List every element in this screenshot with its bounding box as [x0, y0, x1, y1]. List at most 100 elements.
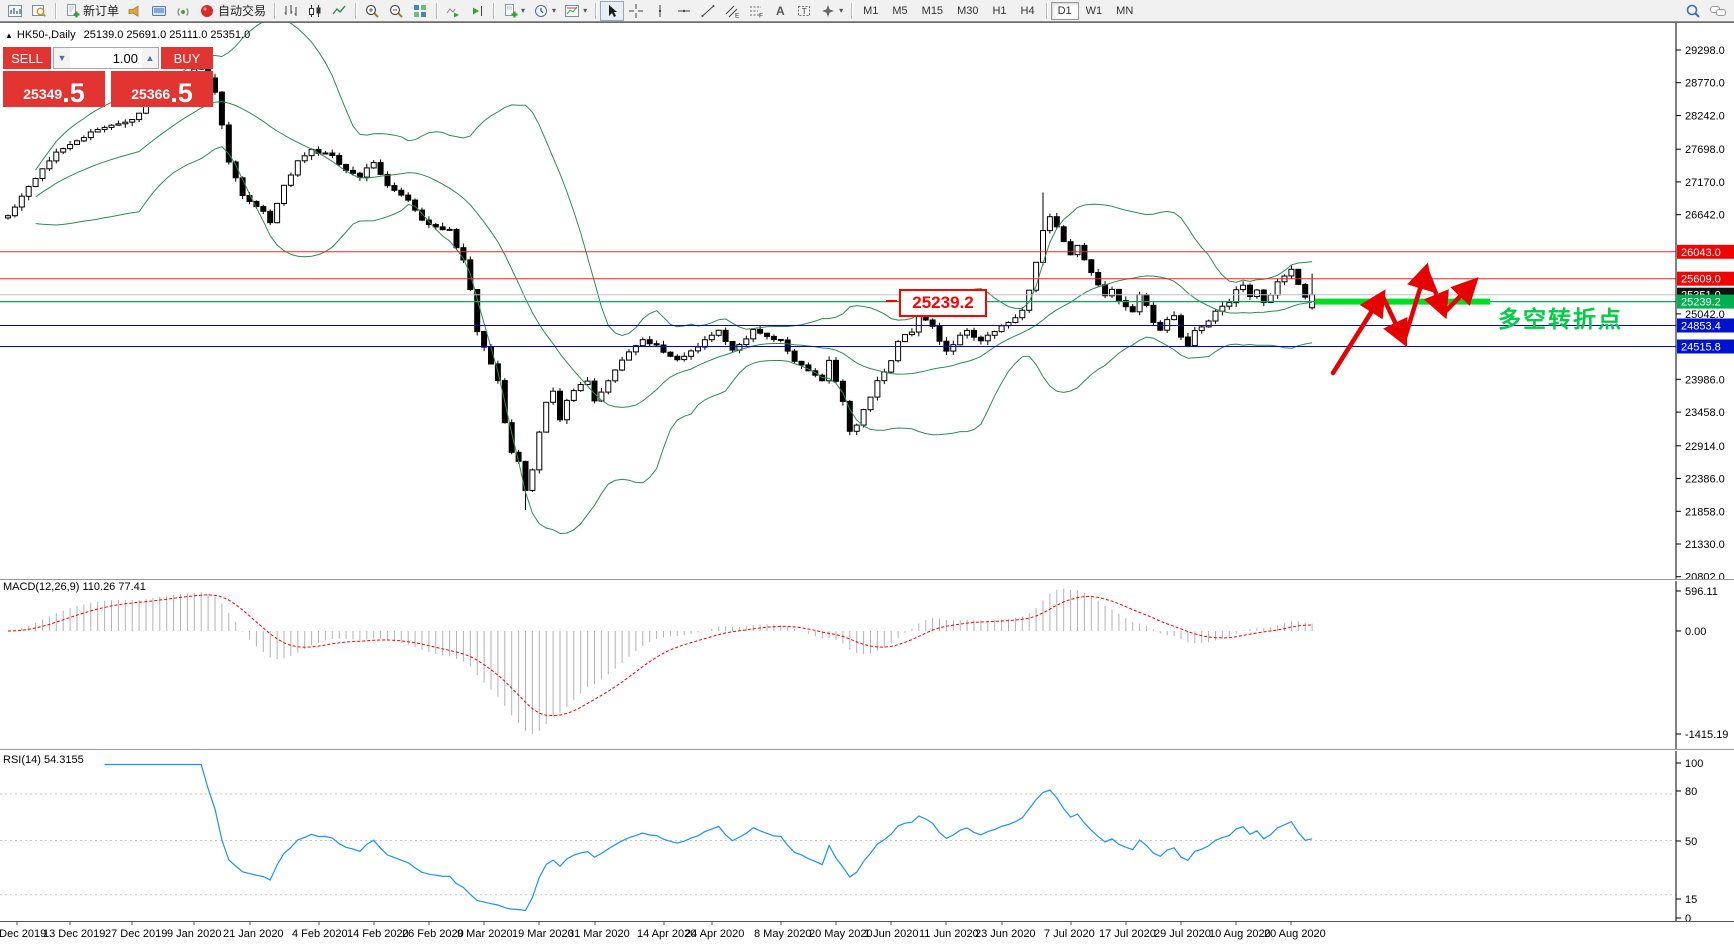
- new-order-button[interactable]: 新订单: [60, 1, 123, 21]
- signals-icon: [177, 7, 189, 16]
- auto-scroll-button[interactable]: [441, 1, 465, 21]
- buy-price[interactable]: 25366.5: [111, 71, 213, 107]
- terminal-button[interactable]: [147, 1, 171, 21]
- auto-scroll-icon: [446, 7, 460, 17]
- chart-shift-button[interactable]: [465, 1, 489, 21]
- chart-canvas[interactable]: 29298.0 28770.0 28242.0 27698.0 27170.0 26642…: [0, 23, 1734, 945]
- volume-stepper: ▼ ▲: [53, 47, 159, 69]
- zoom-out-button[interactable]: [384, 1, 408, 21]
- svg-text:27698.0: 27698.0: [1685, 144, 1725, 156]
- timeframe-w1-button[interactable]: W1: [1079, 2, 1110, 20]
- horizontal-line-icon: [678, 9, 691, 12]
- fibonacci-tool-button[interactable]: F: [744, 1, 768, 21]
- trendline-icon: [701, 4, 715, 17]
- svg-text:28242.0: 28242.0: [1685, 111, 1725, 123]
- svg-text:29298.0: 29298.0: [1685, 45, 1725, 57]
- svg-text:596.11: 596.11: [1685, 586, 1718, 598]
- price-callout-label[interactable]: 25239.2: [899, 289, 987, 317]
- zoom-in-button[interactable]: [360, 1, 384, 21]
- auto-trading-button[interactable]: 自动交易: [195, 1, 270, 21]
- search-button[interactable]: [1681, 1, 1705, 21]
- svg-text:23986.0: 23986.0: [1685, 374, 1725, 386]
- timeframe-d1-button[interactable]: D1: [1050, 1, 1079, 20]
- svg-text:T: T: [802, 6, 807, 15]
- chart-window: 29298.0 28770.0 28242.0 27698.0 27170.0 26642…: [0, 22, 1734, 945]
- rsi-pane: [0, 763, 1676, 912]
- axes: 29298.0 28770.0 28242.0 27698.0 27170.0 26642…: [0, 23, 1734, 940]
- timeframe-m5-button[interactable]: M5: [885, 2, 914, 20]
- candlestick-icon: [309, 4, 321, 17]
- timeframe-mn-button[interactable]: MN: [1109, 2, 1140, 20]
- line-chart-button[interactable]: [327, 1, 351, 21]
- timeframe-m30-button[interactable]: M30: [950, 2, 985, 20]
- auto-trading-label: 自动交易: [218, 4, 267, 18]
- svg-text:80: 80: [1685, 786, 1697, 798]
- text-tool-button[interactable]: A: [768, 1, 792, 21]
- tile-windows-button[interactable]: [408, 1, 432, 21]
- cursor-tool-button[interactable]: [600, 0, 625, 21]
- svg-text:19 Mar 2020: 19 Mar 2020: [512, 928, 574, 940]
- red-zigzag-arrow[interactable]: [1401, 262, 1433, 344]
- vertical-line-tool-button[interactable]: [648, 1, 672, 21]
- collapse-panel-icon[interactable]: ▲: [5, 31, 13, 40]
- turning-point-note[interactable]: 多空转折点: [1498, 300, 1623, 334]
- new-chart-button[interactable]: [3, 1, 27, 21]
- alerts-button[interactable]: [123, 1, 147, 21]
- vertical-line-icon: [658, 4, 662, 17]
- bar-chart-button[interactable]: [279, 1, 303, 21]
- timeframe-h4-button[interactable]: H4: [1014, 2, 1042, 20]
- periods-button[interactable]: ▾: [529, 1, 560, 21]
- svg-text:9 Mar 2020: 9 Mar 2020: [457, 928, 513, 940]
- red-zigzag-arrow[interactable]: [1423, 266, 1449, 320]
- red-zigzag-arrow[interactable]: [1330, 289, 1386, 376]
- svg-text:24515.8: 24515.8: [1681, 342, 1721, 354]
- chevron-down-icon: ▾: [552, 5, 557, 15]
- svg-text:25609.0: 25609.0: [1681, 274, 1721, 286]
- channel-tool-button[interactable]: E: [720, 1, 744, 21]
- signals-button[interactable]: [171, 1, 195, 21]
- horizontal-line-tool-button[interactable]: [672, 1, 696, 21]
- arrows-tool-button[interactable]: ▾: [816, 1, 847, 21]
- indicators-button[interactable]: ▾: [498, 1, 529, 21]
- svg-text:2 Dec 2019: 2 Dec 2019: [0, 928, 46, 940]
- svg-text:27170.0: 27170.0: [1685, 177, 1725, 189]
- timeframe-h1-button[interactable]: H1: [985, 2, 1013, 20]
- add-indicator-icon: [505, 3, 518, 17]
- volume-input[interactable]: [70, 48, 142, 68]
- crosshair-tool-button[interactable]: [624, 1, 648, 21]
- chat-icon: [1710, 5, 1726, 16]
- toolbar-separator: [851, 2, 853, 19]
- chevron-down-icon: ▾: [839, 5, 844, 15]
- zoom-out-icon: [389, 4, 403, 18]
- toolbar-separator: [493, 2, 495, 19]
- volume-increase-button[interactable]: ▲: [142, 48, 158, 68]
- templates-button[interactable]: ▾: [560, 1, 591, 21]
- sell-price-frac: .5: [62, 78, 85, 109]
- data-window-button[interactable]: [27, 1, 51, 21]
- crosshair-icon: [629, 3, 644, 18]
- text-icon: A: [776, 4, 785, 18]
- sell-price[interactable]: 25349.5: [3, 71, 105, 107]
- svg-text:23458.0: 23458.0: [1685, 407, 1725, 419]
- volume-decrease-button[interactable]: ▼: [54, 48, 70, 68]
- sell-button[interactable]: SELL: [3, 47, 51, 69]
- trendline-tool-button[interactable]: [696, 1, 720, 21]
- chat-button[interactable]: [1705, 1, 1731, 21]
- thick-green-level-bar[interactable]: [1315, 298, 1490, 305]
- svg-text:25239.2: 25239.2: [1681, 297, 1721, 309]
- svg-text:100: 100: [1685, 758, 1703, 770]
- text-label-tool-button[interactable]: T: [792, 1, 816, 21]
- timeframe-m15-button[interactable]: M15: [915, 2, 950, 20]
- fibonacci-icon: F: [750, 6, 763, 19]
- svg-text:28770.0: 28770.0: [1685, 78, 1725, 90]
- red-zigzag-arrow[interactable]: [1441, 277, 1479, 316]
- svg-text:20 Aug 2020: 20 Aug 2020: [1264, 928, 1326, 940]
- toolbar-separator: [274, 2, 276, 19]
- svg-text:F: F: [759, 12, 763, 19]
- candlestick-chart-button[interactable]: [303, 1, 327, 21]
- terminal-icon: [152, 5, 167, 16]
- buy-button[interactable]: BUY: [161, 47, 213, 69]
- timeframe-m1-button[interactable]: M1: [856, 2, 885, 20]
- horn-icon: [128, 4, 139, 17]
- ohlc-values: 25139.0 25691.0 25111.0 25351.0: [83, 29, 251, 41]
